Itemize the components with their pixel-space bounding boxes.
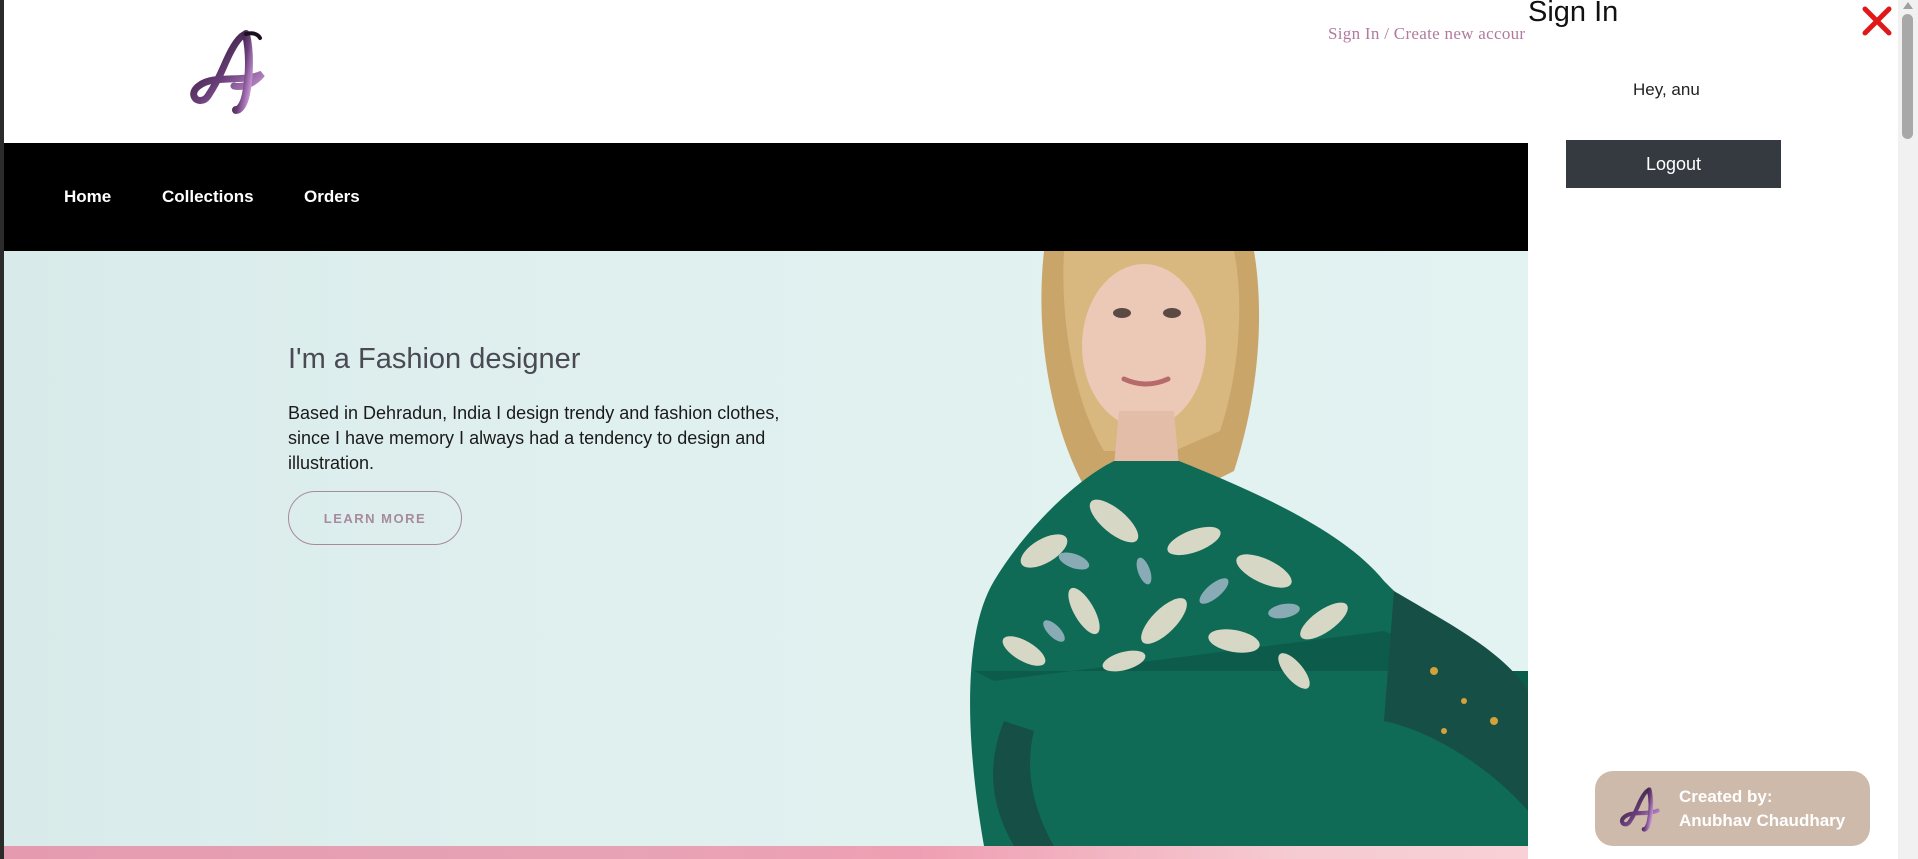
learn-more-button[interactable]: LEARN MORE — [288, 491, 462, 545]
main-navbar: Home Collections Orders — [4, 143, 1528, 251]
vertical-scrollbar[interactable] — [1898, 0, 1918, 859]
hero-title: I'm a Fashion designer — [288, 343, 581, 375]
panel-title: Sign In — [1528, 0, 1619, 28]
logout-button[interactable]: Logout — [1566, 140, 1781, 188]
scrollbar-thumb[interactable] — [1902, 14, 1913, 139]
brand-logo-small — [1619, 786, 1660, 832]
user-greeting: Hey, anu — [1633, 80, 1700, 99]
nav-collections[interactable]: Collections — [162, 187, 254, 207]
nav-home[interactable]: Home — [64, 187, 111, 207]
site-header: Sign In / Create new accour — [4, 0, 1528, 143]
signin-side-panel: Sign In Hey, anu Logout — [1528, 0, 1898, 859]
credit-author: Anubhav Chaudhary — [1679, 810, 1846, 830]
credit-text: Created by: Anubhav Chaudhary — [1679, 785, 1845, 833]
brand-logo[interactable] — [184, 28, 284, 114]
model-photo — [970, 251, 1528, 846]
main-site: Sign In / Create new accour Home Collect… — [4, 0, 1528, 859]
close-x-icon[interactable] — [1860, 4, 1894, 38]
hero-description: Based in Dehradun, India I design trendy… — [288, 403, 780, 473]
creator-credit-badge[interactable]: Created by: Anubhav Chaudhary — [1595, 771, 1870, 846]
bottom-banner-strip — [4, 846, 1528, 859]
nav-orders[interactable]: Orders — [304, 187, 360, 207]
signin-create-account-link[interactable]: Sign In / Create new accour — [1328, 24, 1528, 44]
scroll-up-arrow-icon[interactable] — [1903, 2, 1913, 9]
hero-section: I'm a Fashion designer Based in Dehradun… — [4, 251, 1528, 846]
credit-label: Created by: — [1679, 786, 1773, 806]
